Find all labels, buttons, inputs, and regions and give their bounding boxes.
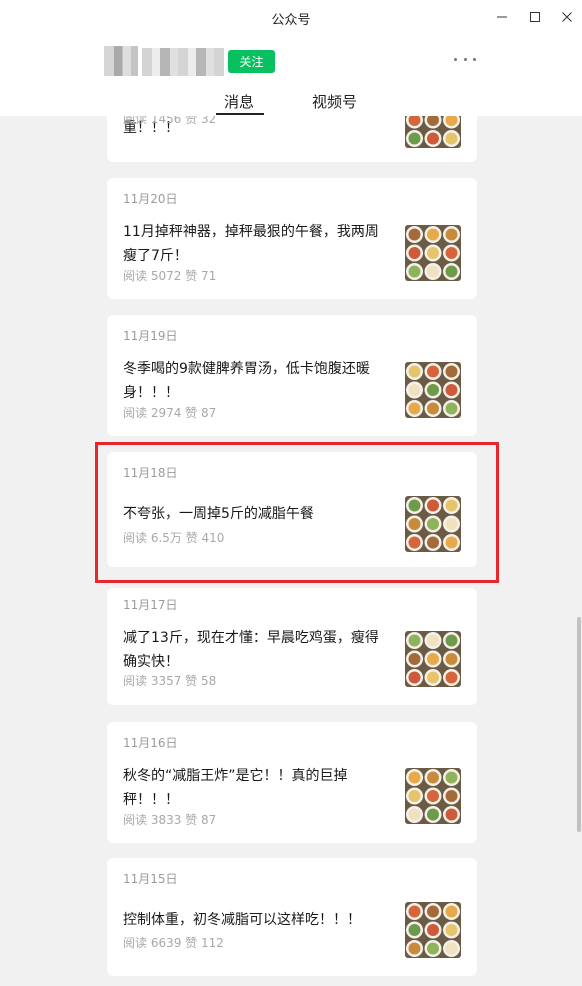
article-stats: 阅读 3357 赞 58 [123, 674, 217, 688]
article-date: 11月19日 [123, 329, 178, 343]
article-stats: 阅读 6639 赞 112 [123, 936, 224, 950]
follow-button[interactable]: 关注 [228, 50, 275, 73]
article-title: 控制体重，初冬减脂可以这样吃！！！ [123, 912, 361, 928]
maximize-button[interactable] [524, 6, 546, 28]
article-thumbnail [405, 362, 461, 418]
article-card[interactable]: 11月19日 冬季喝的9款健脾养胃汤，低卡饱腹还暖身！！！ 阅读 2974 赞 … [107, 315, 477, 436]
article-thumbnail [405, 902, 461, 958]
article-title: 冬季喝的9款健脾养胃汤，低卡饱腹还暖身！！！ [123, 361, 370, 401]
article-card[interactable]: 11月17日 减了13斤，现在才懂：早晨吃鸡蛋，瘦得确实快！ 阅读 3357 赞… [107, 588, 477, 705]
article-card[interactable]: 11月20日 11月掉秤神器，掉秤最狠的午餐，我两周瘦了7斤！ 阅读 5072 … [107, 178, 477, 299]
article-title: 11月掉秤神器，掉秤最狠的午餐，我两周瘦了7斤！ [123, 224, 379, 264]
article-date: 11月17日 [123, 598, 178, 612]
title-bar: 公众号 [0, 0, 582, 36]
article-date: 11月15日 [123, 872, 178, 886]
account-name[interactable]: [blurred] [142, 48, 224, 76]
maximize-icon [530, 12, 540, 22]
avatar[interactable] [104, 46, 138, 76]
more-icon[interactable] [454, 54, 476, 64]
article-card[interactable]: 11月16日 秋冬的“减脂王炸”是它！！真的巨掉秤！！！ 阅读 3833 赞 8… [107, 722, 477, 843]
article-stats: 阅读 2974 赞 87 [123, 406, 217, 420]
article-title: 减了13斤，现在才懂：早晨吃鸡蛋，瘦得确实快！ [123, 630, 379, 670]
close-icon [562, 12, 572, 22]
close-button[interactable] [556, 6, 578, 28]
article-thumbnail [405, 225, 461, 281]
highlight-box [95, 442, 499, 583]
scrollbar[interactable] [577, 617, 581, 832]
minimize-icon [497, 16, 507, 18]
minimize-button[interactable] [491, 6, 513, 28]
article-date: 11月16日 [123, 736, 178, 750]
active-tab-indicator [216, 113, 264, 115]
article-thumbnail [405, 631, 461, 687]
article-stats: 阅读 1456 赞 32 [123, 116, 217, 126]
tab-messages[interactable]: 消息 [224, 91, 254, 112]
article-card[interactable]: 11月15日 控制体重，初冬减脂可以这样吃！！！ 阅读 6639 赞 112 [107, 858, 477, 976]
account-header: [blurred] 关注 消息 视频号 [0, 36, 582, 116]
article-card[interactable]: 重！！！ 阅读 1456 赞 32 [107, 116, 477, 162]
tab-channels[interactable]: 视频号 [312, 91, 357, 112]
article-title: 秋冬的“减脂王炸”是它！！真的巨掉秤！！！ [123, 768, 348, 808]
article-thumbnail [405, 768, 461, 824]
article-stats: 阅读 5072 赞 71 [123, 269, 217, 283]
article-date: 11月20日 [123, 192, 178, 206]
article-stats: 阅读 3833 赞 87 [123, 813, 217, 827]
article-thumbnail [405, 116, 461, 148]
